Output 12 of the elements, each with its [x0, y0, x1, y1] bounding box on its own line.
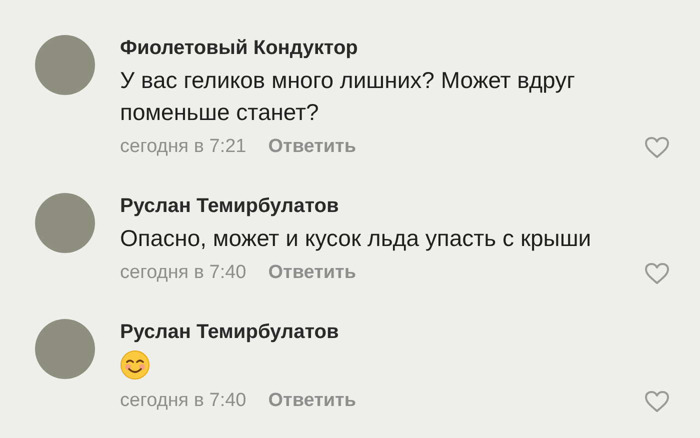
like-heart-icon[interactable]	[644, 262, 670, 284]
comment-time: сегодня в 7:40	[120, 262, 246, 284]
comment-time: сегодня в 7:40	[120, 390, 246, 412]
author-name[interactable]: Руслан Темирбулатов	[120, 194, 670, 218]
like-heart-icon[interactable]	[644, 136, 670, 158]
comment-time: сегодня в 7:21	[120, 136, 246, 158]
comment-text: У вас геликов много лишних? Может вдруг поменьше станет?	[120, 66, 576, 127]
smiling-face-icon	[120, 350, 150, 380]
author-name[interactable]: Фиолетовый Кондуктор	[120, 36, 670, 60]
comment-text: Опасно, может и кусок льда упасть с крыши	[120, 224, 592, 253]
author-name[interactable]: Руслан Темирбулатов	[120, 320, 670, 344]
like-heart-icon[interactable]	[644, 390, 670, 412]
